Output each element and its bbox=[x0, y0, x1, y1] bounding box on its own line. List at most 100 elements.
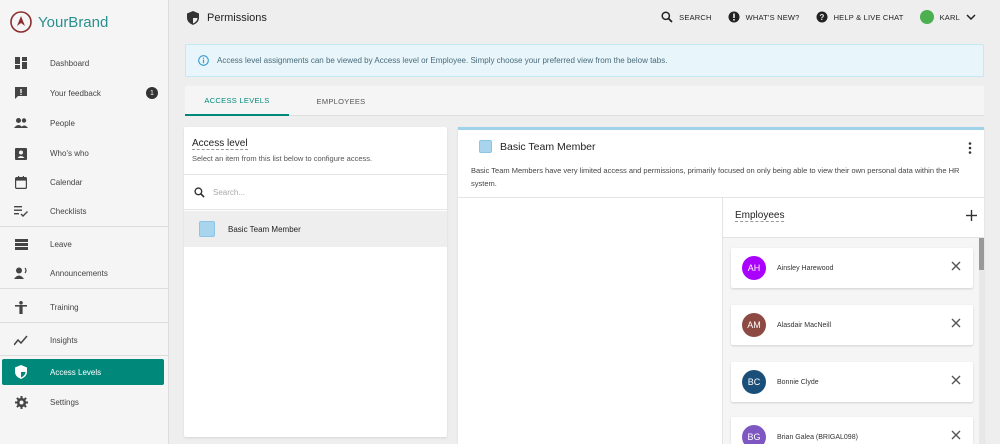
dashboard-icon bbox=[14, 56, 28, 70]
access-level-title: Access level bbox=[192, 138, 248, 150]
close-icon[interactable] bbox=[951, 261, 961, 271]
add-employee-button[interactable] bbox=[966, 210, 977, 221]
avatar: AM bbox=[742, 313, 766, 337]
brand-logo-icon bbox=[10, 11, 32, 33]
avatar bbox=[919, 10, 934, 24]
access-level-panel: Access level Select an item from this li… bbox=[184, 127, 447, 437]
more-vert-icon[interactable] bbox=[968, 142, 972, 154]
sidebar-item-label: Who's who bbox=[50, 148, 89, 158]
employees-title: Employees bbox=[735, 210, 785, 222]
detail-title: Basic Team Member bbox=[500, 140, 596, 153]
sidebar: YourBrand Dashboard Your feedback 1 Peop… bbox=[0, 0, 169, 444]
people-icon bbox=[14, 116, 28, 130]
sidebar-item-people[interactable]: People bbox=[2, 110, 164, 136]
sidebar-item-leave[interactable]: Leave bbox=[2, 231, 164, 257]
sidebar-item-label: Leave bbox=[50, 239, 72, 249]
sidebar-item-insights[interactable]: Insights bbox=[2, 327, 164, 353]
sidebar-item-settings[interactable]: Settings bbox=[2, 389, 164, 415]
sidebar-item-feedback[interactable]: Your feedback 1 bbox=[2, 80, 164, 106]
calendar-icon bbox=[14, 175, 28, 189]
access-level-search bbox=[184, 174, 447, 210]
feedback-icon bbox=[14, 86, 28, 100]
tab-access-levels[interactable]: ACCESS LEVELS bbox=[185, 86, 289, 116]
tab-employees[interactable]: EMPLOYEES bbox=[289, 86, 393, 116]
employee-name: Alasdair MacNeill bbox=[777, 321, 832, 329]
sidebar-item-checklists[interactable]: Checklists bbox=[2, 198, 164, 224]
sidebar-item-label: People bbox=[50, 118, 75, 128]
sidebar-item-access-levels[interactable]: Access Levels bbox=[2, 359, 164, 385]
sidebar-item-training[interactable]: Training bbox=[2, 294, 164, 320]
shield-icon bbox=[187, 11, 199, 25]
sidebar-item-announcements[interactable]: Announcements bbox=[2, 260, 164, 286]
sidebar-item-label: Announcements bbox=[50, 268, 108, 278]
employee-name: Brian Galea (BRIGAL098) bbox=[777, 433, 858, 441]
color-swatch bbox=[479, 140, 492, 153]
search-button[interactable]: SEARCH bbox=[661, 11, 711, 23]
sidebar-item-label: Calendar bbox=[50, 177, 83, 187]
info-icon bbox=[198, 55, 209, 66]
checklist-icon bbox=[14, 204, 28, 218]
employees-panel: Employees AH Ainsley Harewood AM Alasdai… bbox=[722, 198, 984, 444]
help-chat-button[interactable]: ? HELP & LIVE CHAT bbox=[816, 11, 904, 23]
user-name: KARL bbox=[939, 12, 960, 22]
notification-badge: 1 bbox=[146, 87, 158, 99]
sidebar-item-label: Access Levels bbox=[50, 367, 102, 377]
nav-divider bbox=[0, 288, 169, 289]
sidebar-item-whos-who[interactable]: Who's who bbox=[2, 140, 164, 166]
user-menu[interactable]: KARL bbox=[919, 10, 976, 24]
search-button-label: SEARCH bbox=[679, 12, 712, 22]
announcements-icon bbox=[14, 266, 28, 280]
detail-description: Basic Team Members have very limited acc… bbox=[471, 166, 960, 188]
sidebar-item-label: Checklists bbox=[50, 206, 87, 216]
employee-card: BG Brian Galea (BRIGAL098) bbox=[731, 417, 973, 444]
page-title-text: Permissions bbox=[207, 12, 267, 24]
page-title: Permissions bbox=[187, 11, 267, 25]
top-header: Permissions SEARCH WHAT'S NEW? ? HELP & … bbox=[169, 0, 1000, 38]
svg-text:?: ? bbox=[819, 13, 824, 22]
employees-header: Employees bbox=[723, 198, 984, 238]
close-icon[interactable] bbox=[951, 430, 961, 440]
nav-divider bbox=[0, 226, 169, 227]
close-icon[interactable] bbox=[951, 375, 961, 385]
employee-card: BC Bonnie Clyde bbox=[731, 362, 973, 402]
contact-card-icon bbox=[14, 146, 28, 160]
list-item[interactable]: Basic Team Member bbox=[184, 211, 447, 247]
list-item-label: Basic Team Member bbox=[228, 224, 301, 234]
employee-name: Ainsley Harewood bbox=[777, 264, 834, 272]
sidebar-item-label: Settings bbox=[50, 397, 79, 407]
sidebar-item-dashboard[interactable]: Dashboard bbox=[2, 50, 164, 76]
search-icon bbox=[661, 11, 673, 23]
leave-icon bbox=[14, 237, 28, 251]
sidebar-item-label: Training bbox=[50, 302, 79, 312]
nav-divider bbox=[0, 322, 169, 323]
sidebar-item-calendar[interactable]: Calendar bbox=[2, 169, 164, 195]
whats-new-label: WHAT'S NEW? bbox=[745, 12, 800, 22]
search-input[interactable] bbox=[213, 187, 413, 197]
brand[interactable]: YourBrand bbox=[10, 10, 108, 34]
gear-icon bbox=[14, 395, 28, 409]
shield-icon bbox=[14, 365, 28, 379]
close-icon[interactable] bbox=[951, 318, 961, 328]
employee-card: AH Ainsley Harewood bbox=[731, 248, 973, 288]
insights-icon bbox=[14, 333, 28, 347]
training-icon bbox=[14, 300, 28, 314]
access-level-detail: Basic Team Member Basic Team Members hav… bbox=[458, 127, 984, 444]
avatar: BC bbox=[742, 370, 766, 394]
sidebar-item-label: Dashboard bbox=[50, 58, 90, 68]
employee-name: Bonnie Clyde bbox=[777, 378, 819, 386]
whats-new-button[interactable]: WHAT'S NEW? bbox=[728, 11, 800, 23]
chevron-down-icon bbox=[966, 14, 976, 20]
sidebar-item-label: Insights bbox=[50, 335, 78, 345]
help-icon: ? bbox=[816, 11, 828, 23]
info-banner: Access level assignments can be viewed b… bbox=[185, 44, 984, 77]
avatar: AH bbox=[742, 256, 766, 280]
view-tabs: ACCESS LEVELS EMPLOYEES bbox=[185, 86, 984, 116]
detail-header: Basic Team Member bbox=[471, 140, 596, 153]
help-chat-label: HELP & LIVE CHAT bbox=[833, 12, 904, 22]
search-icon bbox=[194, 186, 205, 198]
info-banner-text: Access level assignments can be viewed b… bbox=[217, 56, 668, 65]
sidebar-item-label: Your feedback bbox=[50, 88, 101, 98]
scrollbar-thumb[interactable] bbox=[979, 238, 984, 270]
brand-name: YourBrand bbox=[38, 13, 109, 31]
access-level-subtitle: Select an item from this list below to c… bbox=[192, 154, 373, 163]
